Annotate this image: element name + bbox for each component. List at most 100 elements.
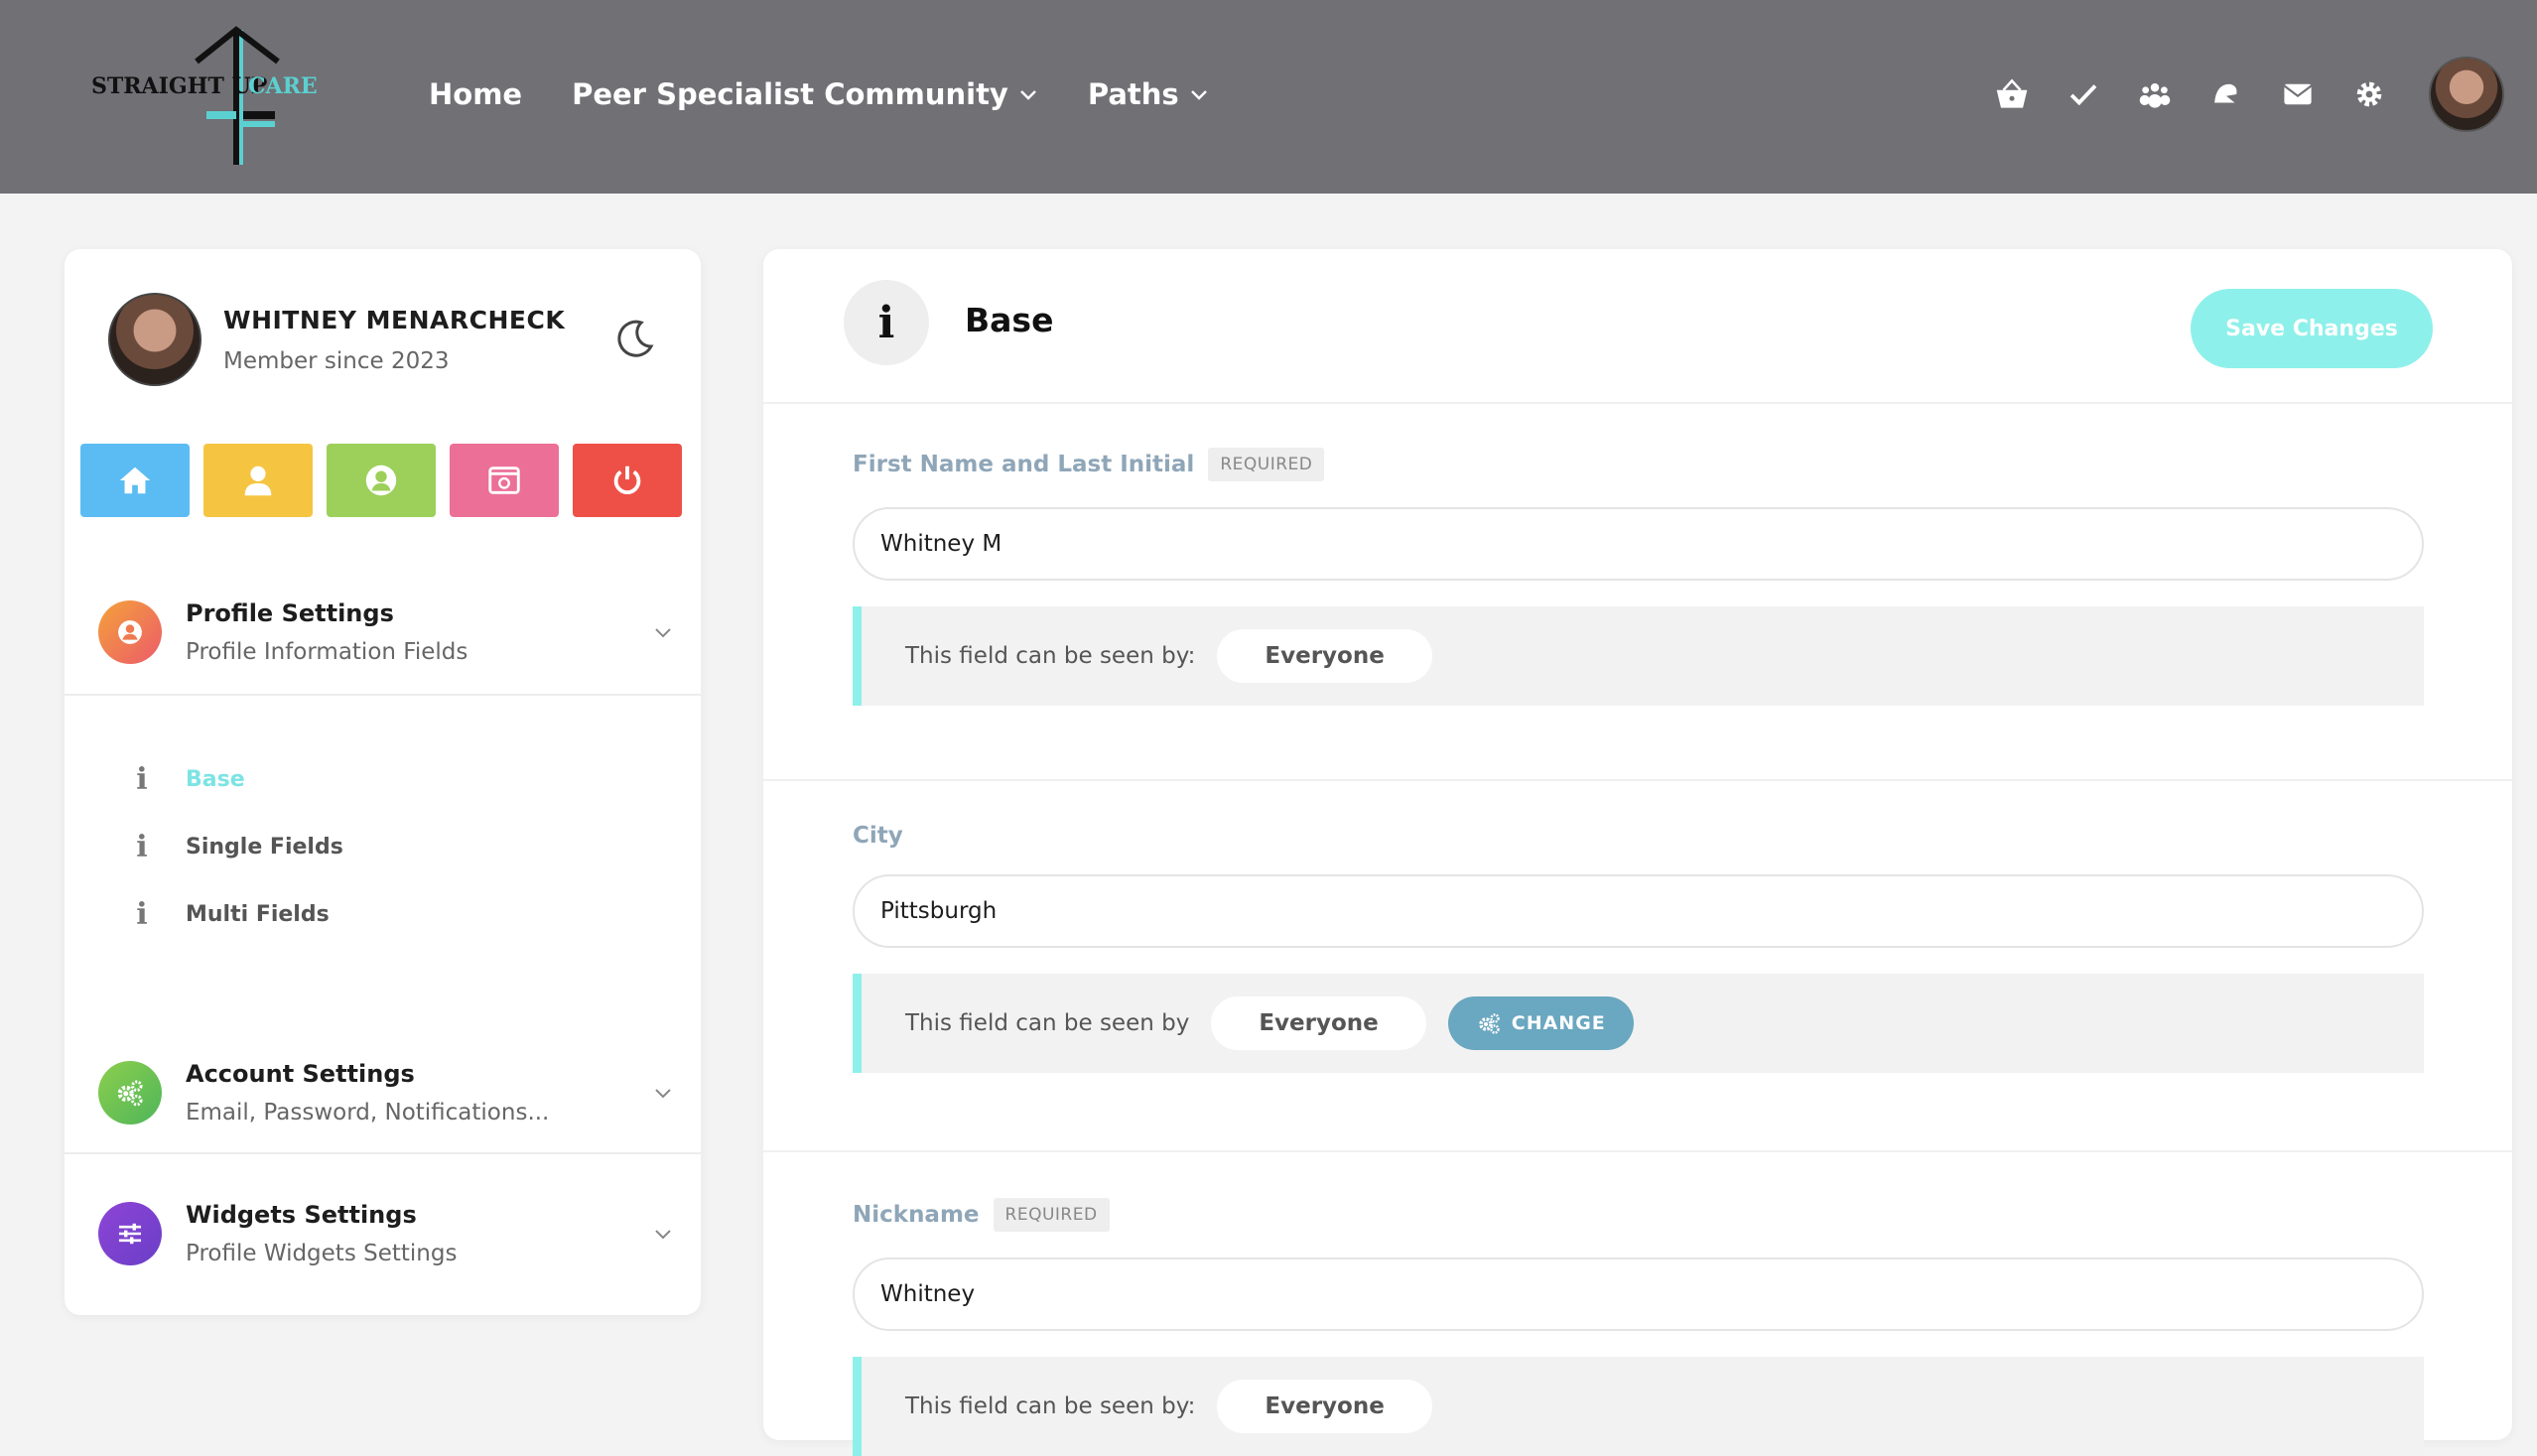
tasks-button[interactable] (2048, 77, 2119, 111)
field-nickname: Nickname REQUIRED This field can be seen… (853, 1198, 2424, 1456)
logo-text-left: STRAIGHT UP (91, 73, 267, 99)
messages-button[interactable] (2262, 77, 2334, 111)
nav-home-label: Home (429, 77, 523, 111)
activity-button[interactable] (2191, 77, 2262, 111)
profile-settings-section[interactable]: Profile Settings Profile Information Fie… (65, 563, 701, 702)
account-button[interactable] (327, 444, 436, 517)
required-badge: REQUIRED (1208, 448, 1325, 481)
nickname-input[interactable] (853, 1257, 2424, 1331)
required-badge: REQUIRED (993, 1198, 1110, 1232)
header-actions (1976, 0, 2537, 189)
groups-icon (2139, 82, 2171, 108)
account-settings-title: Account Settings (186, 1060, 415, 1088)
field-label-text: Nickname (853, 1202, 980, 1228)
submenu-base-label: Base (186, 766, 245, 792)
chevron-down-icon (655, 628, 671, 638)
nav-community-label: Peer Specialist Community (572, 77, 1008, 111)
chevron-down-icon (1190, 90, 1207, 100)
chevron-down-icon (1019, 90, 1036, 100)
widgets-settings-icon (98, 1202, 162, 1265)
sliders-icon (118, 1223, 142, 1245)
save-changes-button[interactable]: Save Changes (2191, 289, 2433, 368)
profile-settings-icon (98, 600, 162, 664)
divider (763, 779, 2512, 781)
settings-button[interactable] (2334, 77, 2405, 111)
first-name-input[interactable] (853, 507, 2424, 581)
main-nav: Home Peer Specialist Community Paths (429, 0, 1209, 189)
account-settings-icon (98, 1061, 162, 1125)
logo-text-right: CARE (248, 73, 318, 99)
account-settings-subtitle: Email, Password, Notifications... (186, 1100, 550, 1125)
submenu-single-fields[interactable]: i Single Fields (124, 813, 343, 880)
field-label-text: City (853, 823, 903, 849)
field-city: City This field can be seen by Everyone … (853, 823, 2424, 1073)
field-label: City (853, 823, 2424, 849)
field-label: Nickname REQUIRED (853, 1198, 2424, 1232)
basket-icon (1996, 78, 2028, 108)
user-icon (244, 465, 272, 496)
user-circle-icon (118, 620, 142, 644)
info-icon: i (136, 829, 148, 864)
groups-button[interactable] (2119, 77, 2191, 111)
profile-button[interactable] (203, 444, 313, 517)
widgets-settings-section[interactable]: Widgets Settings Profile Widgets Setting… (65, 1152, 701, 1315)
moon-icon[interactable] (613, 317, 657, 360)
divider (65, 694, 701, 696)
field-first-name: First Name and Last Initial REQUIRED Thi… (853, 448, 2424, 706)
widgets-settings-subtitle: Profile Widgets Settings (186, 1241, 458, 1266)
profile-settings-subtitle: Profile Information Fields (186, 639, 468, 665)
change-visibility-button[interactable]: CHANGE (1447, 996, 1634, 1050)
home-icon (119, 466, 151, 494)
checkmark-icon (2070, 84, 2097, 106)
account-settings-section[interactable]: Account Settings Email, Password, Notifi… (65, 1023, 701, 1162)
quick-action-buttons (80, 444, 682, 517)
visibility-text: This field can be seen by: (905, 643, 1196, 669)
submenu-single-fields-label: Single Fields (186, 834, 343, 860)
nav-community[interactable]: Peer Specialist Community (572, 77, 1038, 111)
logout-button[interactable] (573, 444, 682, 517)
power-icon (613, 465, 641, 494)
info-icon: i (136, 896, 148, 932)
visibility-bar: This field can be seen by: Everyone (853, 606, 2424, 706)
cart-button[interactable] (1976, 77, 2048, 111)
gear-icon (2356, 81, 2382, 107)
base-fields-panel: i Base Save Changes First Name and Last … (763, 249, 2512, 1456)
widgets-settings-title: Widgets Settings (186, 1201, 417, 1229)
mail-icon (2283, 83, 2313, 105)
profile-submenu: i Base i Single Fields i Multi Fields (124, 745, 343, 948)
submenu-multi-fields[interactable]: i Multi Fields (124, 880, 343, 948)
city-input[interactable] (853, 874, 2424, 948)
nav-paths-label: Paths (1087, 77, 1179, 111)
media-icon (488, 466, 520, 494)
chevron-down-icon (655, 1089, 671, 1099)
visibility-text: This field can be seen by (905, 1010, 1190, 1036)
panel-header: i Base Save Changes (763, 249, 2512, 404)
user-avatar[interactable] (2429, 57, 2504, 132)
nav-home[interactable]: Home (429, 77, 522, 111)
gears-icon (117, 1080, 143, 1107)
profile-header: WHITNEY MENARCHECK Member since 2023 (108, 293, 565, 386)
info-icon: i (136, 761, 148, 797)
home-button[interactable] (80, 444, 190, 517)
avatar[interactable] (108, 293, 201, 386)
visibility-value: Everyone (1217, 1380, 1432, 1433)
profile-name: WHITNEY MENARCHECK (223, 305, 566, 334)
profile-settings-title: Profile Settings (186, 599, 394, 627)
field-label: First Name and Last Initial REQUIRED (853, 448, 2424, 481)
activity-icon (2214, 83, 2237, 103)
visibility-value: Everyone (1211, 996, 1426, 1050)
submenu-multi-fields-label: Multi Fields (186, 901, 330, 927)
divider (763, 1150, 2512, 1152)
visibility-bar: This field can be seen by Everyone CHANG… (853, 974, 2424, 1073)
top-navigation-bar: STRAIGHT UP CARE Home Peer Specialist Co… (0, 0, 2537, 194)
field-label-text: First Name and Last Initial (853, 452, 1195, 477)
change-button-label: CHANGE (1511, 1012, 1606, 1034)
nav-paths[interactable]: Paths (1088, 77, 1209, 111)
profile-sidebar: WHITNEY MENARCHECK Member since 2023 Pro… (65, 249, 701, 1315)
submenu-base[interactable]: i Base (124, 745, 343, 813)
media-button[interactable] (450, 444, 559, 517)
gears-icon (1479, 1013, 1500, 1034)
info-icon: i (844, 280, 929, 365)
site-logo[interactable]: STRAIGHT UP CARE (89, 22, 328, 171)
logo-graphic: STRAIGHT UP CARE (91, 26, 318, 165)
